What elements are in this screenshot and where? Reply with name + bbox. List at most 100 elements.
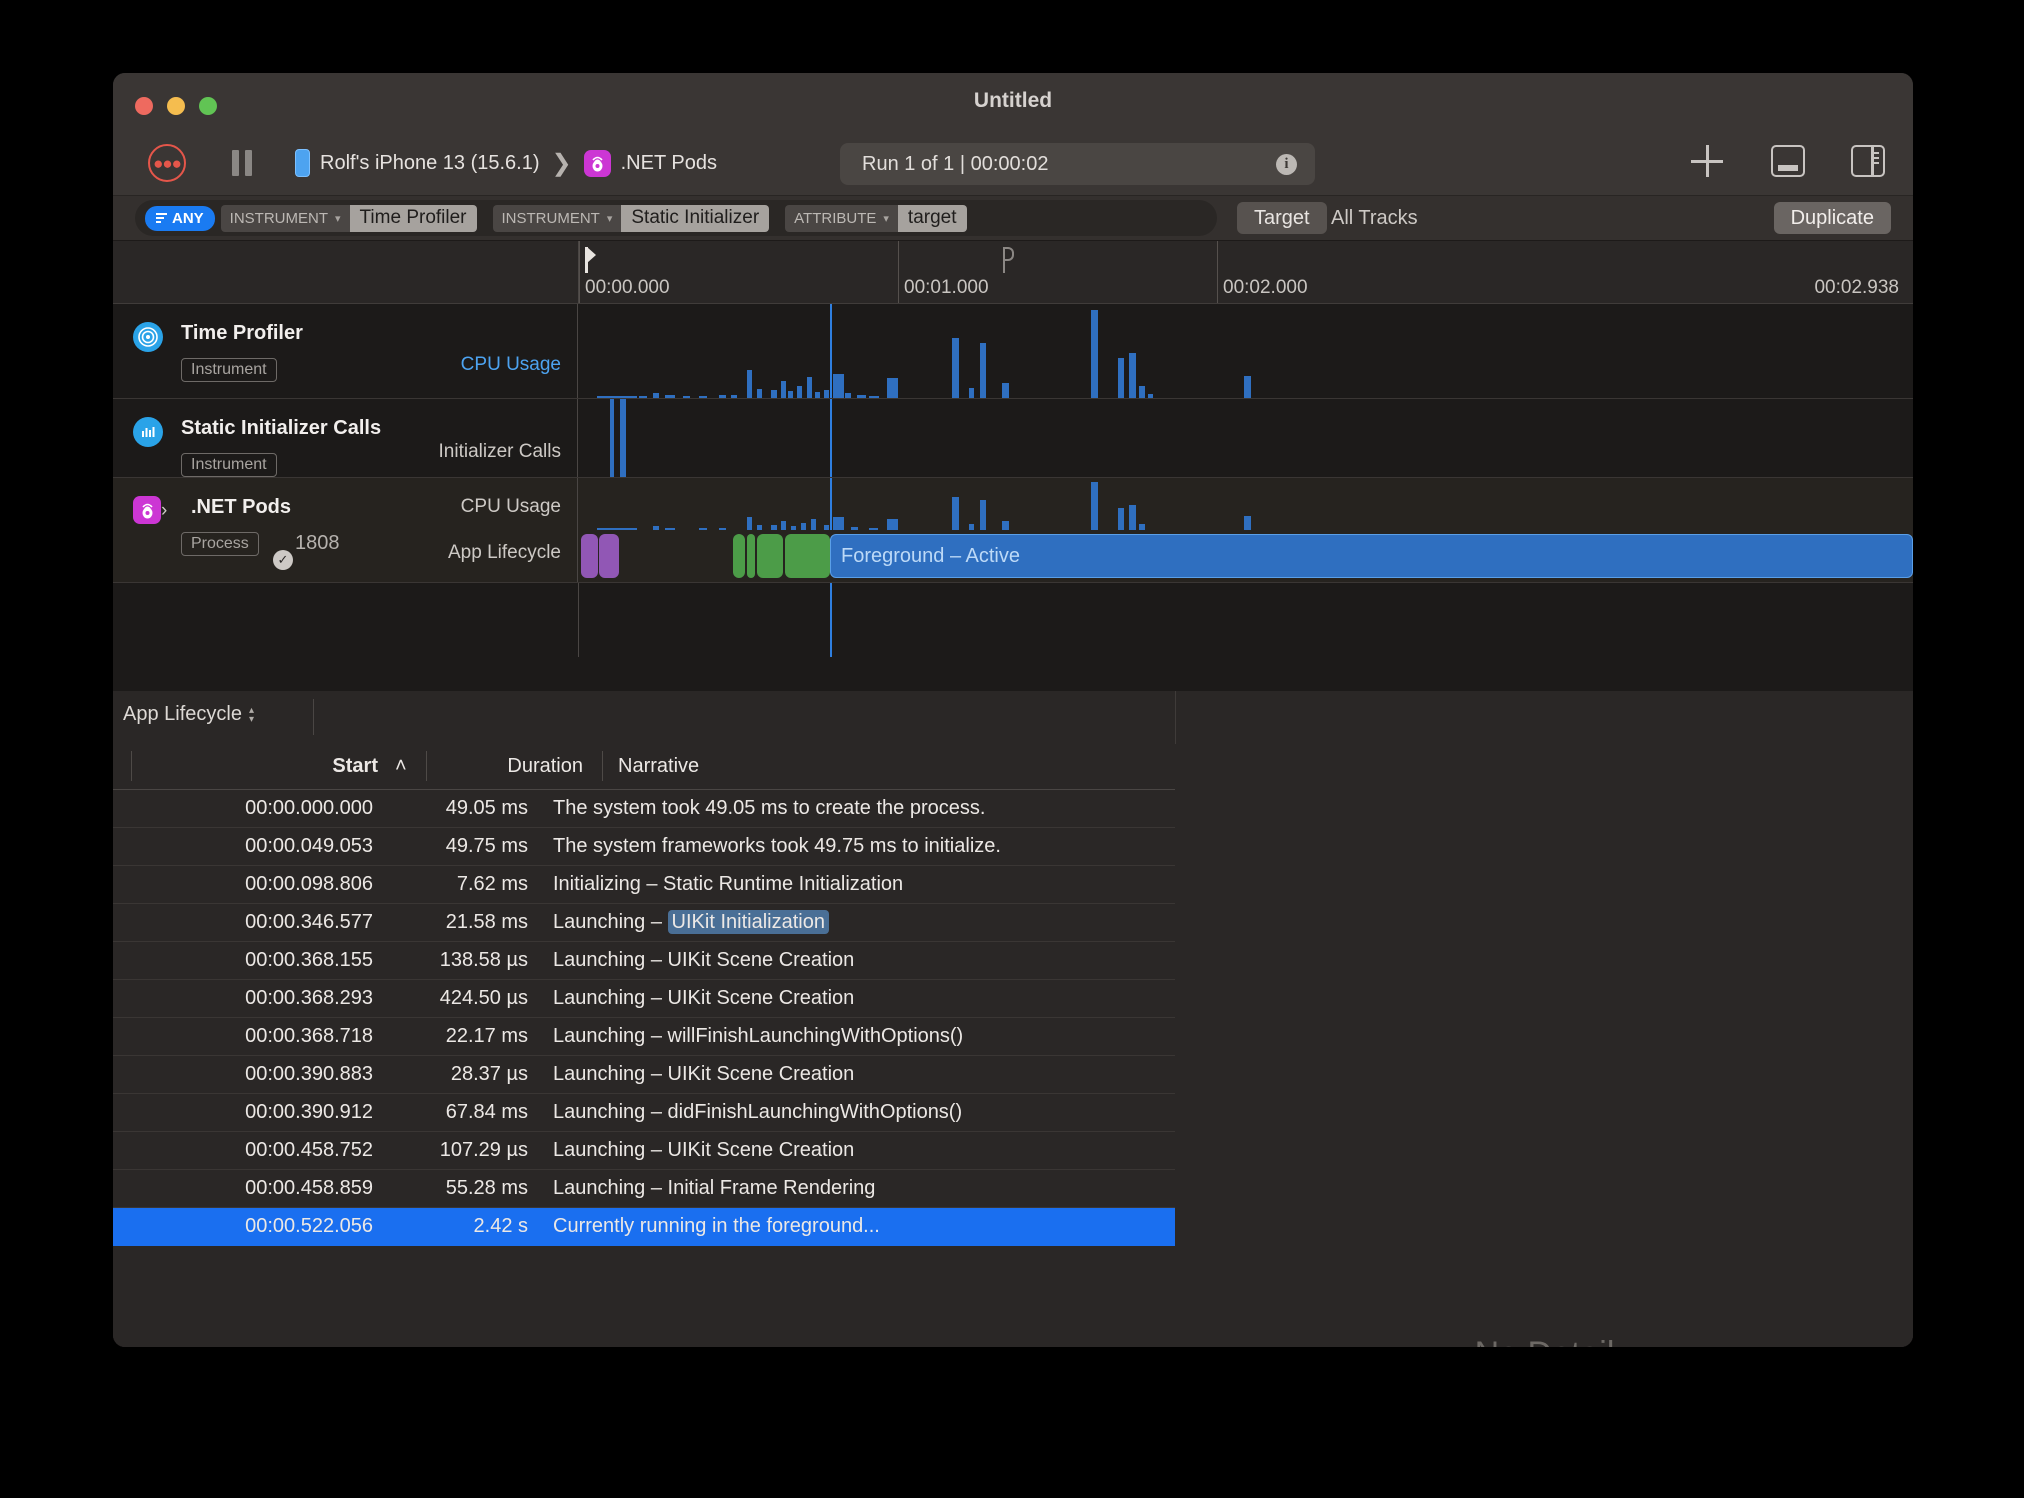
lane-label-cpu-usage[interactable]: CPU Usage [461,496,561,518]
filter-bar: ANY INSTRUMENT ▾ Time Profiler INSTRUMEN… [113,195,1913,241]
lane-selector-label: App Lifecycle [123,703,242,725]
ruler-label-2: 00:02.000 [1223,277,1308,298]
lifecycle-block-purple[interactable] [599,534,619,578]
cell-narrative: The system frameworks took 49.75 ms to i… [553,835,1001,857]
track-dotnet-pods-graph[interactable]: Foreground – Active [579,478,1913,582]
column-header-narrative[interactable]: Narrative [618,755,699,778]
ruler-tick [579,241,580,303]
lifecycle-block-green[interactable] [747,534,755,578]
column-header-start[interactable]: Start [233,755,378,778]
disclosure-triangle-icon[interactable]: › [161,500,167,522]
cell-start: 00:00.368.155 [245,949,373,971]
table-row[interactable]: 00:00.522.056 2.42 s Currently running in … [113,1208,1175,1246]
cell-start: 00:00.390.912 [245,1101,373,1123]
table-row[interactable]: 00:00.390.883 28.37 µs Launching – UIKit S… [113,1056,1175,1094]
filter-pill-2-key[interactable]: ATTRIBUTE ▾ [785,204,898,232]
dotnet-pods-icon [583,149,611,177]
cell-duration: 49.05 ms [445,797,528,819]
lane-label-app-lifecycle[interactable]: App Lifecycle [448,542,561,564]
marker-flag-icon[interactable] [1003,247,1015,273]
table-row[interactable]: 00:00.368.718 22.17 ms Launching – willFin… [113,1018,1175,1056]
table-row[interactable]: 00:00.000.000 49.05 ms The system took 49.… [113,790,1175,828]
table-row[interactable]: 00:00.049.053 49.75 ms The system framewor… [113,828,1175,866]
lane-label-initializer-calls[interactable]: Initializer Calls [439,441,561,463]
toolbar-right-group [1691,145,1885,177]
track-static-initializer-graph[interactable] [579,399,1913,477]
filter-input-field[interactable]: ANY INSTRUMENT ▾ Time Profiler INSTRUMEN… [135,200,1217,236]
time-profiler-icon [133,322,163,352]
plus-icon[interactable] [1691,145,1725,177]
panel-right-icon[interactable] [1851,145,1885,177]
ruler-label-3: 00:02.938 [1814,277,1899,298]
table-row[interactable]: 00:00.458.859 55.28 ms Launching – Initial… [113,1170,1175,1208]
filter-pill-1-value[interactable]: Static Initializer [621,204,770,232]
pause-icon[interactable] [229,149,255,177]
table-row[interactable]: 00:00.098.806 7.62 ms Initializing – Stati… [113,866,1175,904]
track-time-profiler-graph[interactable] [579,304,1913,398]
cell-start: 00:00.522.056 [245,1215,373,1237]
timeline-ruler[interactable]: 00:00.000 00:01.000 00:02.000 00:02.938 [113,241,1913,304]
cell-narrative: Launching – didFinishLaunchingWithOption… [553,1101,963,1123]
detail-split-divider [1175,691,1176,743]
filter-pill-0-key[interactable]: INSTRUMENT ▾ [220,204,350,232]
lifecycle-block-green[interactable] [785,534,830,578]
filter-pill-2[interactable]: ATTRIBUTE ▾ target [785,204,976,232]
table-row[interactable]: 00:00.390.912 67.84 ms Launching – didFini… [113,1094,1175,1132]
checkmark-badge-icon[interactable]: ✓ [273,550,293,570]
lifecycle-block-green[interactable] [733,534,745,578]
chevron-down-icon: ▾ [883,212,889,225]
cell-narrative: Launching – UIKit Scene Creation [553,949,855,971]
ruler-label-0: 00:00.000 [585,277,670,298]
playhead-line[interactable] [830,304,832,398]
record-icon[interactable]: ●●● [148,144,186,182]
playhead-line[interactable] [830,399,832,477]
narrative-highlight[interactable]: UIKit Initialization [667,910,829,934]
track-time-profiler[interactable]: Time Profiler Instrument CPU Usage [113,304,1913,399]
cell-duration: 67.84 ms [445,1101,528,1123]
filter-pill-0[interactable]: INSTRUMENT ▾ Time Profiler [220,204,487,232]
filter-pill-2-value[interactable]: target [897,204,967,232]
table-row[interactable]: 00:00.458.752 107.29 µs Launching – UIKit … [113,1132,1175,1170]
filter-pill-2-key-label: ATTRIBUTE [794,209,877,227]
lifecycle-block-green[interactable] [757,534,783,578]
lane-selector[interactable]: App Lifecycle ▴ ▾ [123,703,254,726]
column-header-duration[interactable]: Duration [443,755,583,778]
filter-any-pill[interactable]: ANY [145,205,215,231]
track-static-initializer[interactable]: Static Initializer Calls Instrument Init… [113,399,1913,478]
app-glyph [592,156,603,171]
track-static-initializer-header: Static Initializer Calls Instrument Init… [113,399,578,477]
filter-pill-1-key[interactable]: INSTRUMENT ▾ [492,204,622,232]
target-button[interactable]: Target [1237,202,1327,234]
duplicate-button[interactable]: Duplicate [1773,202,1891,234]
sort-ascending-icon[interactable]: ˄ [395,755,407,778]
run-status-chip[interactable]: Run 1 of 1 | 00:00:02 i [840,143,1315,185]
playhead-line[interactable] [830,478,832,530]
lifecycle-block-foreground-active[interactable]: Foreground – Active [830,534,1913,578]
playhead-line[interactable] [830,583,832,657]
playhead-flag-icon[interactable] [585,247,597,273]
dotnet-pods-icon [133,496,161,524]
cell-start: 00:00.458.859 [245,1177,373,1199]
timeline-empty-space [113,583,1913,657]
dotnet-lifecycle-lane[interactable]: Foreground – Active [579,530,1913,582]
filter-pill-1[interactable]: INSTRUMENT ▾ Static Initializer [492,204,780,232]
cell-narrative: Launching – UIKit Scene Creation [553,1139,855,1161]
detail-inspector-panel: No Detail [1176,743,1913,1347]
run-status-label: Run 1 of 1 | 00:00:02 [862,152,1049,175]
track-dotnet-pods[interactable]: › .NET Pods Process ✓ 1808 CPU Usage App… [113,478,1913,583]
lane-label-cpu-usage[interactable]: CPU Usage [461,354,561,376]
track-title: Time Profiler [181,322,303,344]
cell-narrative: Launching – Initial Frame Rendering [553,1177,876,1199]
cell-duration: 7.62 ms [456,873,528,895]
filter-pill-0-value[interactable]: Time Profiler [349,204,477,232]
cell-duration: 21.58 ms [445,911,528,933]
header-divider [313,699,314,735]
table-row[interactable]: 00:00.346.577 21.58 ms Launching – UIKit I… [113,904,1175,942]
table-row[interactable]: 00:00.368.293 424.50 µs Launching – UIKit … [113,980,1175,1018]
ruler-tick [1217,241,1218,303]
device-target-chip[interactable]: Rolf's iPhone 13 (15.6.1) ❯ .NET Pods [295,145,717,181]
info-icon[interactable]: i [1276,154,1297,175]
table-row[interactable]: 00:00.368.155 138.58 µs Launching – UIKit … [113,942,1175,980]
lifecycle-block-purple[interactable] [581,534,598,578]
panel-bottom-icon[interactable] [1771,145,1805,177]
